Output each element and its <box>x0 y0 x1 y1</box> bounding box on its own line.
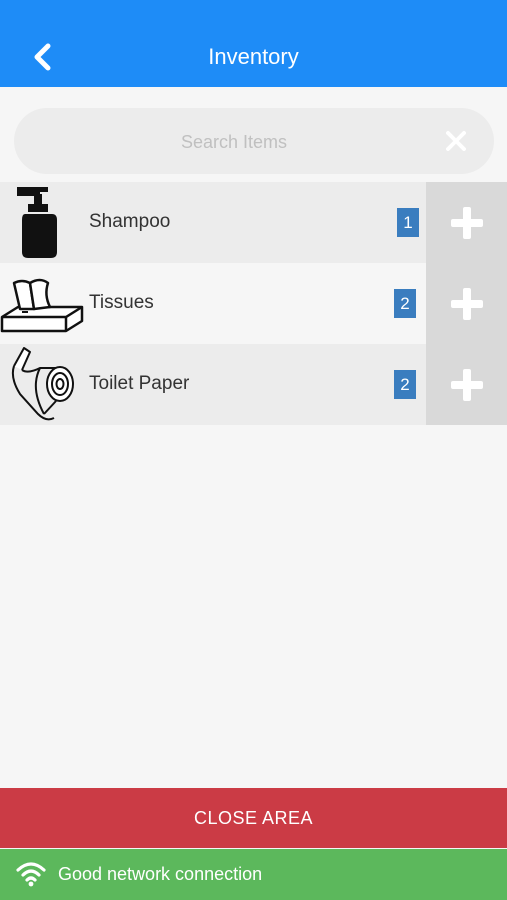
toilet-paper-icon <box>11 347 74 421</box>
plus-icon <box>450 206 483 239</box>
inventory-list: Shampoo 1 Tissues 2 Toilet Paper 2 <box>0 182 507 425</box>
item-label: Shampoo <box>89 211 171 232</box>
count-badge: 2 <box>394 289 416 318</box>
wifi-icon <box>16 862 46 887</box>
shampoo-bottle-icon <box>17 187 57 258</box>
item-label: Toilet Paper <box>89 373 190 394</box>
count-badge: 1 <box>397 208 419 237</box>
network-status-text: Good network connection <box>58 864 263 884</box>
count-badge: 2 <box>394 370 416 399</box>
plus-icon <box>450 287 483 320</box>
add-item-button[interactable] <box>426 182 507 263</box>
plus-icon <box>450 368 483 401</box>
add-item-button[interactable] <box>426 263 507 344</box>
app-header: Inventory <box>0 0 507 87</box>
page-title: Inventory <box>208 44 299 69</box>
list-item: Toilet Paper 2 <box>0 344 507 425</box>
clear-search-button[interactable] <box>444 129 468 153</box>
add-item-button[interactable] <box>426 344 507 425</box>
search-bar <box>14 108 494 176</box>
tissue-box-icon <box>0 278 84 333</box>
close-area-button[interactable]: CLOSE AREA <box>0 788 507 848</box>
list-item: Tissues 2 <box>0 263 507 344</box>
item-label: Tissues <box>89 292 154 313</box>
network-status-bar: Good network connection <box>0 849 507 900</box>
close-icon <box>446 131 466 151</box>
search-input[interactable] <box>44 108 424 176</box>
list-item: Shampoo 1 <box>0 182 507 263</box>
